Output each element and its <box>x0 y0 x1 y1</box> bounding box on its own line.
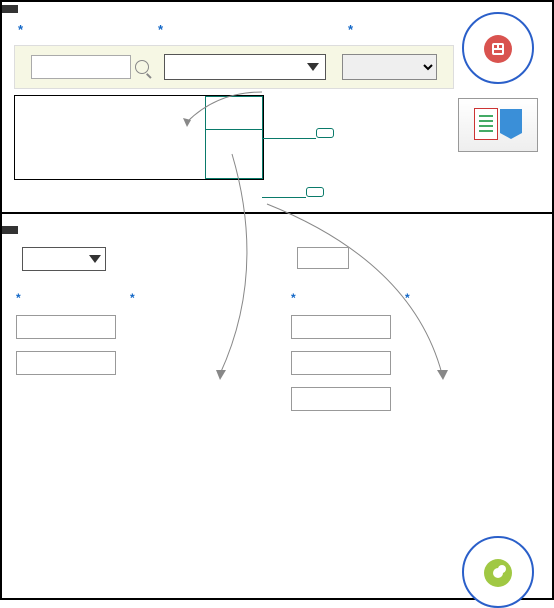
section-title <box>2 226 18 234</box>
search-results-left: * * <box>2 275 277 417</box>
search-results-right: * * <box>277 275 552 417</box>
connector-line <box>262 138 316 139</box>
class-name-select[interactable] <box>22 247 106 271</box>
uom-row[interactable] <box>15 113 263 129</box>
checklist-icon <box>474 108 498 140</box>
uom-name-input[interactable] <box>16 351 116 375</box>
setup-icon <box>484 559 512 587</box>
uom-row[interactable] <box>15 162 263 179</box>
uom-class <box>205 113 263 129</box>
uom-class <box>205 96 263 113</box>
result-row <box>10 309 269 345</box>
uom-name-input[interactable] <box>291 315 391 339</box>
item-input[interactable] <box>31 55 131 79</box>
pricing-admin-badge <box>462 12 534 84</box>
class-name-input[interactable] <box>297 247 349 269</box>
uom-name-input[interactable] <box>16 315 116 339</box>
results-header <box>285 275 544 287</box>
uom-class <box>205 146 263 162</box>
result-row <box>10 345 269 381</box>
secondary-class-tag <box>306 187 324 197</box>
chevron-down-icon <box>89 255 101 263</box>
setup-maintenance-badge <box>462 536 534 608</box>
uom-row[interactable] <box>15 129 263 146</box>
line-type-select[interactable] <box>342 54 437 80</box>
result-row <box>285 309 544 345</box>
result-row <box>285 381 544 417</box>
connector-line <box>262 197 306 198</box>
pricing-admin-icon <box>484 35 512 63</box>
price-list-badge <box>458 98 538 152</box>
uom-name <box>15 129 205 146</box>
price-tag-icon <box>500 109 522 139</box>
uom-name <box>15 146 205 162</box>
uom-dropdown-table <box>14 95 264 180</box>
page-title <box>2 5 18 13</box>
uom-name <box>15 162 205 179</box>
search-icon[interactable] <box>135 60 149 74</box>
uom-class <box>205 162 263 179</box>
uom-name <box>15 96 205 113</box>
primary-class-tag <box>316 128 334 138</box>
uom-row[interactable] <box>15 96 263 113</box>
edit-price-list-section: * * * <box>2 2 552 194</box>
manage-uom-section: * * * * <box>2 214 552 417</box>
uom-class <box>205 129 263 146</box>
pricing-uom-select[interactable] <box>164 54 326 80</box>
field-row <box>14 45 454 89</box>
chevron-down-icon <box>307 63 319 71</box>
uom-name <box>15 113 205 129</box>
uom-name-input[interactable] <box>291 387 391 411</box>
results-header <box>10 275 269 287</box>
result-row <box>285 345 544 381</box>
uom-row[interactable] <box>15 146 263 162</box>
uom-name-input[interactable] <box>291 351 391 375</box>
